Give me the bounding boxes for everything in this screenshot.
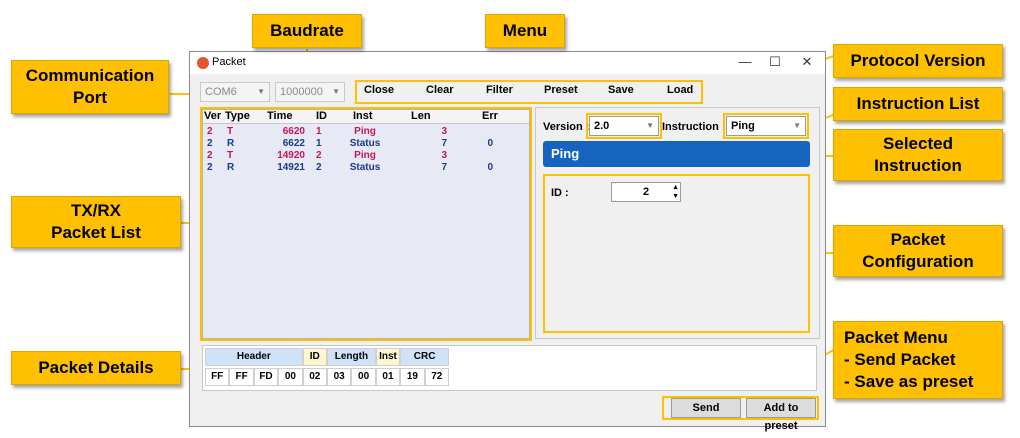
packet-byte: 19 — [400, 368, 425, 386]
app-logo-icon — [197, 57, 209, 69]
callout-communication-port: Communication Port — [11, 60, 169, 114]
callout-packet-details: Packet Details — [11, 351, 181, 385]
menu-close-button[interactable]: Close — [364, 84, 394, 96]
spin-arrows-icon[interactable]: ▲ ▼ — [672, 183, 679, 201]
group-header: Header — [205, 348, 303, 366]
id-value: 2 — [642, 186, 650, 198]
menu-preset-button[interactable]: Preset — [544, 84, 578, 96]
close-window-button[interactable]: ✕ — [792, 54, 822, 72]
packet-byte: 72 — [424, 368, 449, 386]
callout-instruction-list: Instruction List — [833, 87, 1003, 121]
menu-filter-button[interactable]: Filter — [486, 84, 513, 96]
packet-window: Packet — ☐ ✕ COM6 ▼ 1000000 ▼ Close Clea… — [189, 51, 826, 432]
packet-byte: 03 — [327, 368, 352, 386]
callout-baudrate: Baudrate — [252, 14, 362, 48]
baud-value: 1000000 — [280, 86, 323, 98]
instruction-highlight — [723, 113, 809, 139]
callout-packet-configuration: Packet Configuration — [833, 225, 1003, 277]
window-title: Packet — [212, 56, 246, 68]
menu-load-button[interactable]: Load — [667, 84, 693, 96]
group-header: ID — [302, 348, 327, 366]
version-label: Version : — [543, 121, 590, 133]
instruction-label: Instruction : — [662, 121, 726, 133]
group-header: Length — [327, 348, 376, 366]
title-bar: Packet — ☐ ✕ — [190, 52, 825, 74]
packet-byte: 01 — [375, 368, 401, 386]
packet-byte: FD — [253, 368, 279, 386]
add-to-preset-button[interactable]: Add to preset — [746, 398, 816, 432]
callout-selected-instruction: Selected Instruction — [833, 129, 1003, 181]
selected-instruction: Ping — [551, 146, 580, 161]
chevron-down-icon: ▼ — [257, 87, 265, 96]
minimize-button[interactable]: — — [730, 54, 760, 72]
id-spinbox[interactable]: 2 ▲ ▼ — [611, 182, 681, 202]
menu-save-button[interactable]: Save — [608, 84, 634, 96]
packet-byte: FF — [205, 368, 230, 386]
packet-details: Header ID Length Inst CRC FF FF FD 00 02 03 00 01 19… — [202, 345, 817, 391]
baud-select[interactable]: 1000000 ▼ — [275, 82, 345, 102]
group-header: Inst — [375, 348, 401, 366]
callout-packet-menu: Packet Menu - Send Packet - Save as pres… — [833, 321, 1003, 399]
chevron-down-icon: ▼ — [332, 87, 340, 96]
port-value: COM6 — [205, 86, 237, 98]
packet-byte: 02 — [302, 368, 327, 386]
menu-highlight — [355, 80, 703, 104]
callout-txrx-packet-list: TX/RX Packet List — [11, 196, 181, 248]
callout-menu: Menu — [485, 14, 565, 48]
maximize-button[interactable]: ☐ — [760, 54, 790, 72]
menu-clear-button[interactable]: Clear — [426, 84, 454, 96]
packet-byte: 00 — [278, 368, 303, 386]
selected-instruction-bar: Ping — [543, 141, 810, 167]
port-select[interactable]: COM6 ▼ — [200, 82, 270, 102]
send-button[interactable]: Send — [671, 398, 741, 418]
callout-protocol-version: Protocol Version — [833, 44, 1003, 78]
packet-byte: 00 — [351, 368, 376, 386]
version-highlight — [586, 113, 662, 139]
list-highlight — [200, 107, 532, 341]
group-header: CRC — [400, 348, 449, 366]
packet-byte: FF — [229, 368, 254, 386]
id-label: ID : — [551, 187, 569, 199]
packet-configuration: ID : 2 ▲ ▼ — [543, 174, 810, 333]
